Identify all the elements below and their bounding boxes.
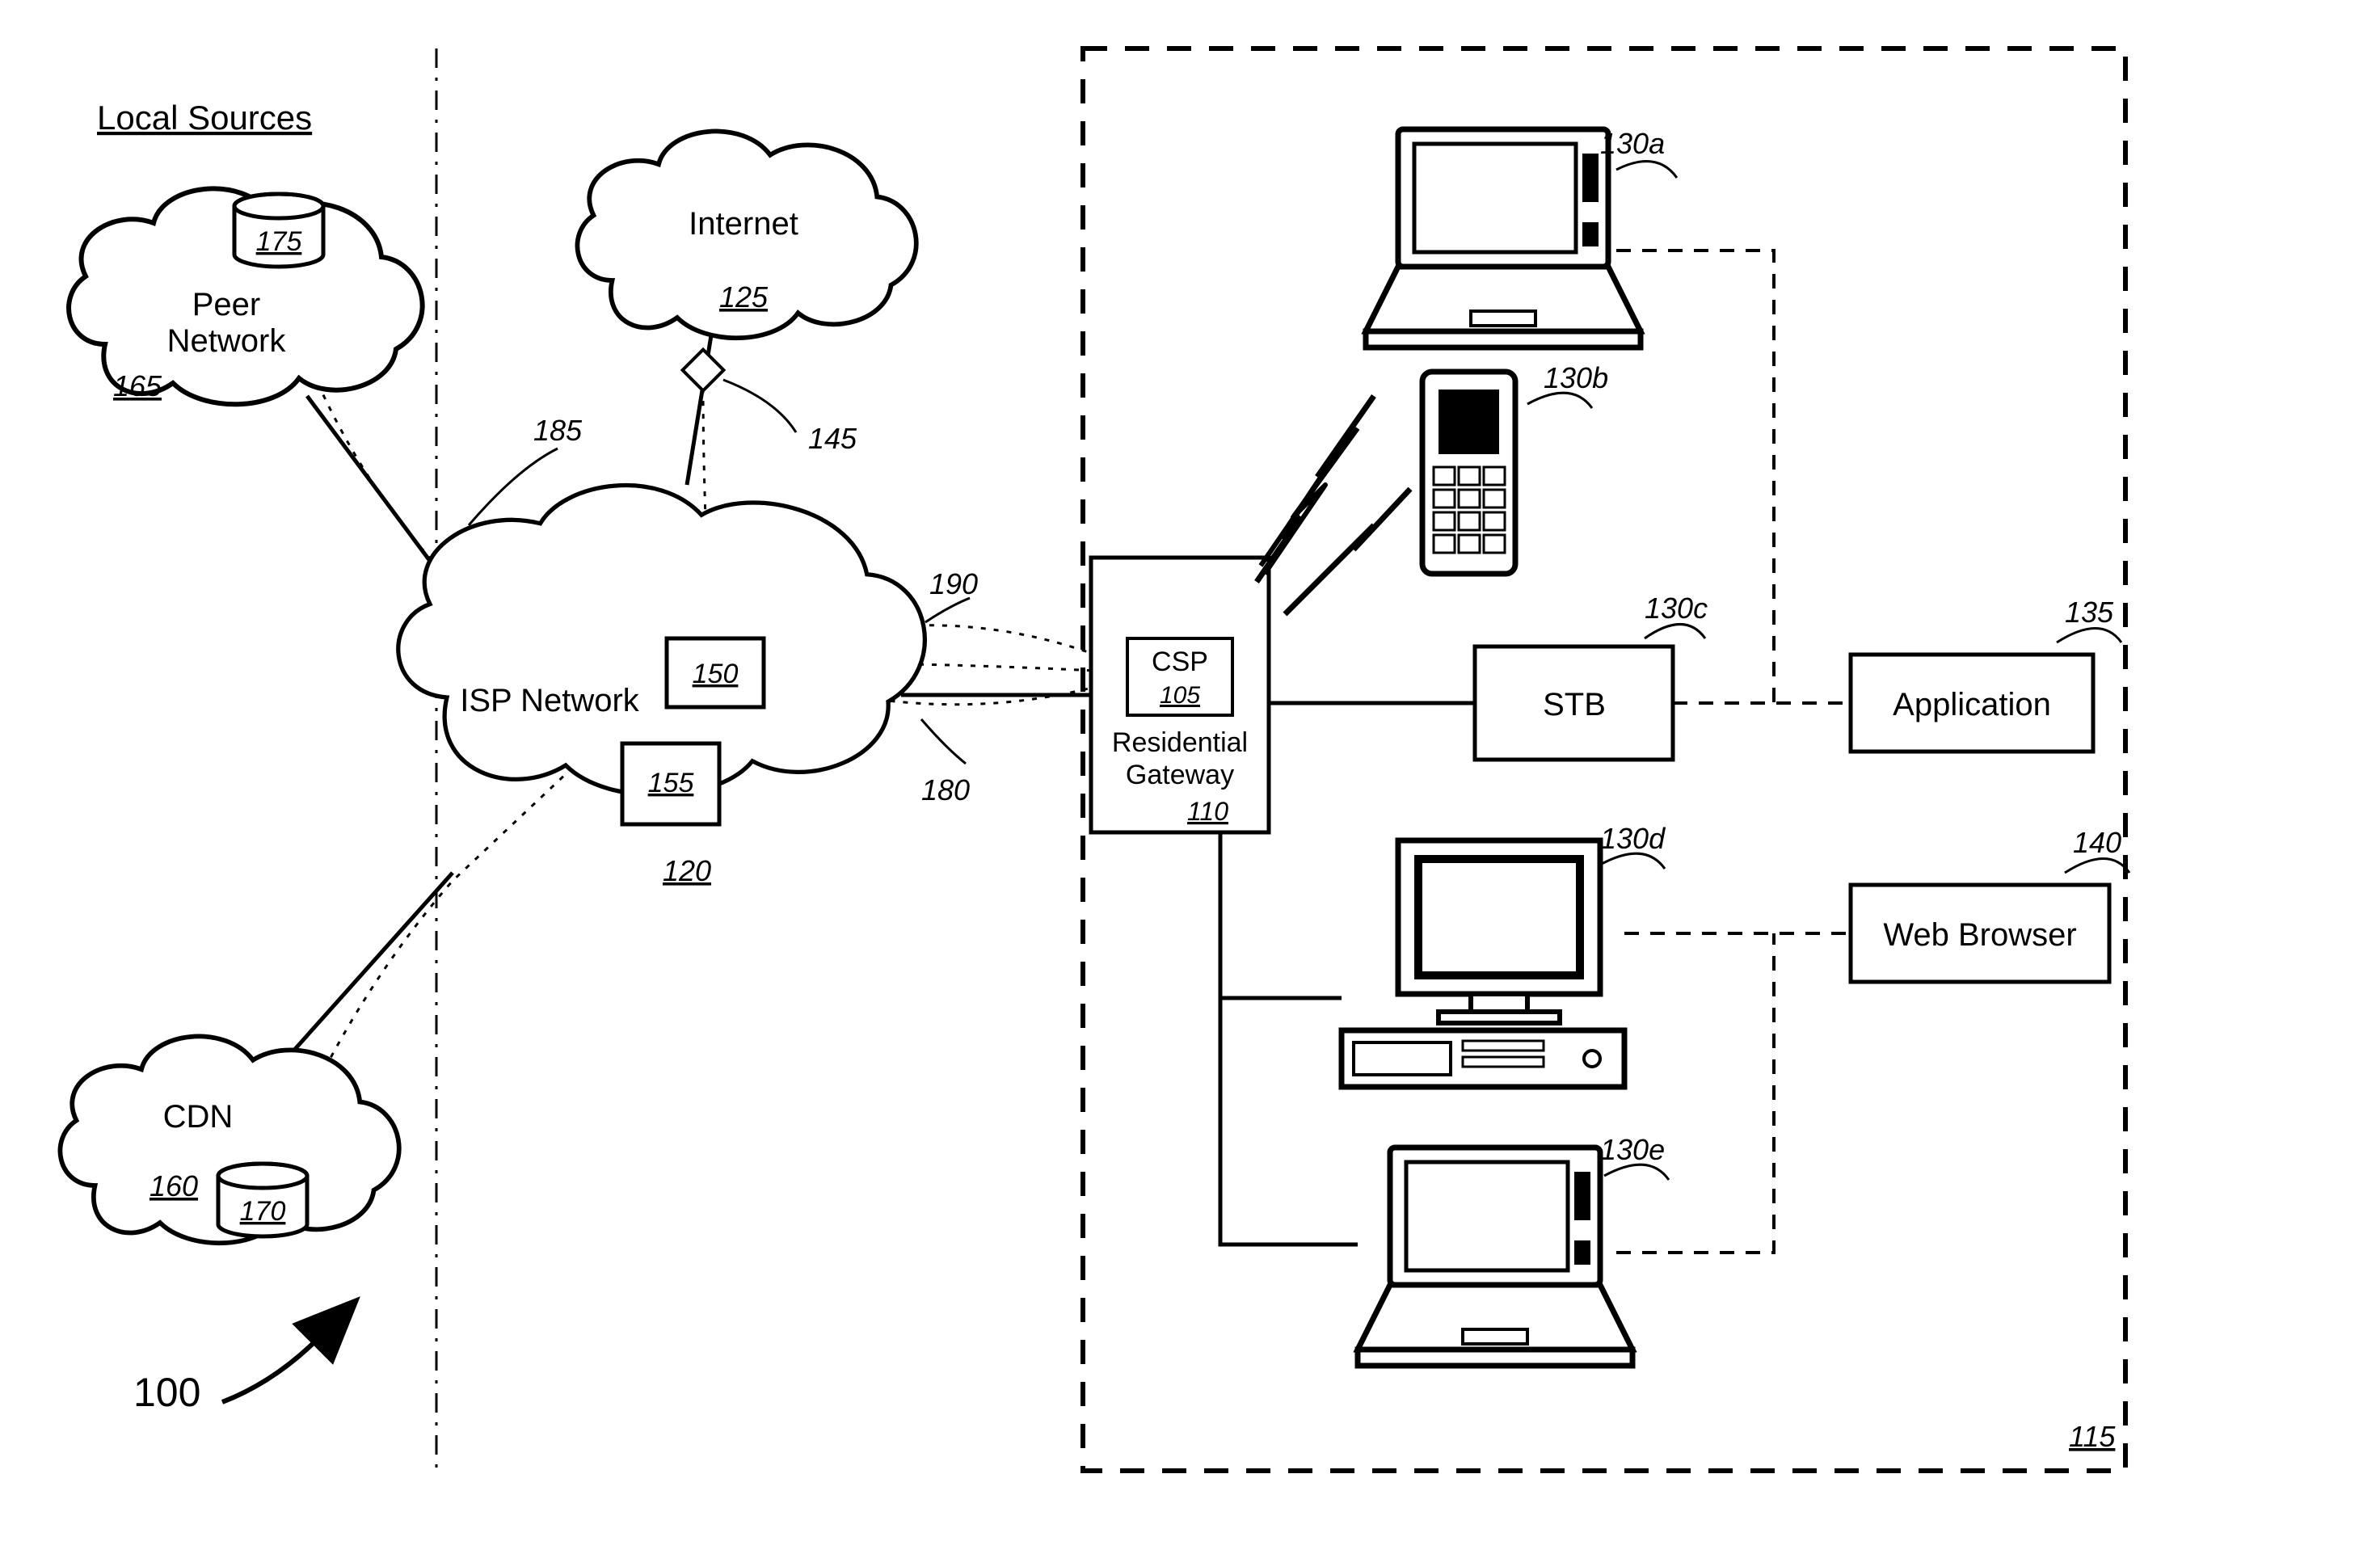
ref-190: 190 bbox=[929, 567, 978, 600]
gateway-ref: 110 bbox=[1187, 797, 1228, 826]
laptop-icon bbox=[1366, 129, 1641, 347]
laptop-a-ref: 130a bbox=[1600, 127, 1665, 160]
cdn-db-ref: 170 bbox=[240, 1196, 286, 1227]
csp-label: CSP bbox=[1152, 646, 1208, 677]
residential-gateway: CSP 105 Residential Gateway 110 bbox=[1091, 558, 1269, 832]
wireless-bolt-icon bbox=[1257, 396, 1374, 582]
desktop-icon bbox=[1342, 840, 1624, 1087]
house-ref: 115 bbox=[2069, 1420, 2116, 1453]
local-sources-title: Local Sources bbox=[97, 99, 312, 137]
stb-label: STB bbox=[1543, 687, 1606, 722]
isp-ref: 120 bbox=[663, 854, 711, 887]
cdn-ref: 160 bbox=[150, 1169, 198, 1202]
internet-label: Internet bbox=[689, 206, 798, 242]
peer-db-ref: 175 bbox=[256, 226, 302, 257]
isp-label: ISP Network bbox=[460, 683, 640, 718]
peer-network-label-2: Network bbox=[167, 323, 287, 359]
peer-network-label-1: Peer bbox=[192, 287, 261, 322]
phone-ref: 130b bbox=[1544, 361, 1608, 394]
application-ref: 135 bbox=[2065, 596, 2114, 629]
csp-ref: 105 bbox=[1160, 682, 1200, 709]
laptop-e-ref: 130e bbox=[1600, 1133, 1665, 1166]
isp-box-150-ref: 150 bbox=[693, 659, 739, 689]
web-browser-label: Web Browser bbox=[1883, 917, 2076, 953]
cdn-label: CDN bbox=[163, 1099, 234, 1135]
internet-ref: 125 bbox=[719, 280, 769, 314]
peering-point-icon bbox=[683, 350, 724, 391]
ref-185: 185 bbox=[533, 414, 583, 447]
peer-network-ref: 165 bbox=[113, 369, 162, 402]
figure-number: 100 bbox=[133, 1370, 200, 1415]
peering-ref: 145 bbox=[808, 422, 857, 455]
phone-icon bbox=[1422, 372, 1515, 574]
laptop-icon bbox=[1358, 1148, 1632, 1366]
web-browser-ref: 140 bbox=[2073, 826, 2121, 859]
gateway-label-1: Residential bbox=[1112, 727, 1248, 758]
ref-180: 180 bbox=[921, 773, 970, 806]
isp-box-155-ref: 155 bbox=[648, 768, 694, 798]
application-label: Application bbox=[1893, 687, 2051, 722]
desktop-ref: 130d bbox=[1600, 822, 1666, 855]
gateway-label-2: Gateway bbox=[1126, 760, 1234, 790]
stb-ref: 130c bbox=[1645, 592, 1708, 625]
